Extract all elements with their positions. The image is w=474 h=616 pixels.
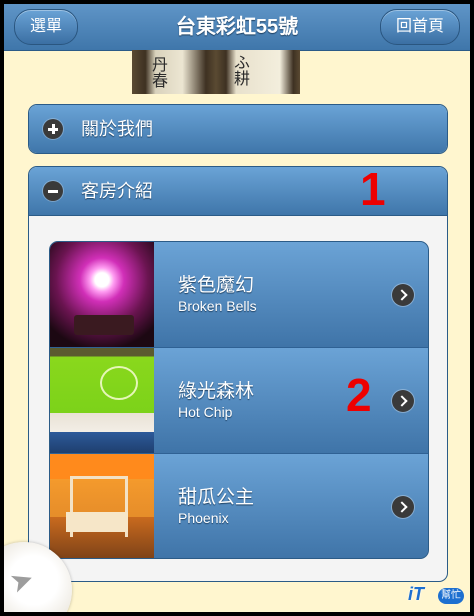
- chevron-right-icon[interactable]: [392, 496, 414, 518]
- banner-photo: 丹春 ふ耕: [132, 50, 300, 94]
- section-about-header[interactable]: 關於我們: [29, 105, 447, 153]
- room-subtitle: Phoenix: [178, 510, 229, 526]
- watermark-badge-text: 幫忙: [438, 588, 464, 604]
- dolphin-icon: ➤: [5, 561, 39, 600]
- room-thumbnail: [50, 348, 154, 453]
- header-bar: 台東彩虹55號 選單 回首頁: [4, 4, 470, 51]
- room-thumbnail: [50, 242, 154, 347]
- room-list: 紫色魔幻 Broken Bells 綠光森林 Hot Chip 甜瓜公主 Pho…: [49, 241, 429, 559]
- room-title: 甜瓜公主: [178, 487, 255, 508]
- section-about-label: 關於我們: [81, 119, 153, 139]
- section-rooms-label: 客房介紹: [81, 181, 153, 201]
- room-subtitle: Hot Chip: [178, 404, 233, 420]
- list-item-room-3[interactable]: 甜瓜公主 Phoenix: [50, 454, 428, 558]
- annotation-marker-2: 2: [346, 369, 372, 421]
- chevron-right-icon[interactable]: [392, 390, 414, 412]
- minus-icon: [43, 181, 63, 201]
- list-item-room-1[interactable]: 紫色魔幻 Broken Bells: [50, 242, 428, 348]
- section-rooms: 客房介紹 紫色魔幻 Broken Bells 綠光森林 Hot Chip 甜瓜公…: [28, 166, 448, 582]
- app-screen: 台東彩虹55號 選單 回首頁 丹春 ふ耕 關於我們 客房介紹 紫色魔幻 Brok…: [4, 4, 470, 612]
- chevron-right-icon[interactable]: [392, 284, 414, 306]
- room-title: 紫色魔幻: [178, 275, 255, 296]
- room-title: 綠光森林: [178, 381, 255, 402]
- home-button[interactable]: 回首頁: [380, 9, 460, 45]
- watermark-logo: iT 幫忙: [408, 584, 464, 606]
- room-subtitle: Broken Bells: [178, 298, 257, 314]
- menu-button[interactable]: 選單: [14, 9, 78, 45]
- watermark-it-text: iT: [408, 584, 424, 604]
- annotation-marker-1: 1: [360, 163, 386, 215]
- photo-calligraphy-right: ふ耕: [231, 54, 250, 86]
- plus-icon: [43, 119, 63, 139]
- photo-calligraphy-left: 丹春: [149, 56, 168, 88]
- room-thumbnail: [50, 454, 154, 558]
- section-about[interactable]: 關於我們: [28, 104, 448, 154]
